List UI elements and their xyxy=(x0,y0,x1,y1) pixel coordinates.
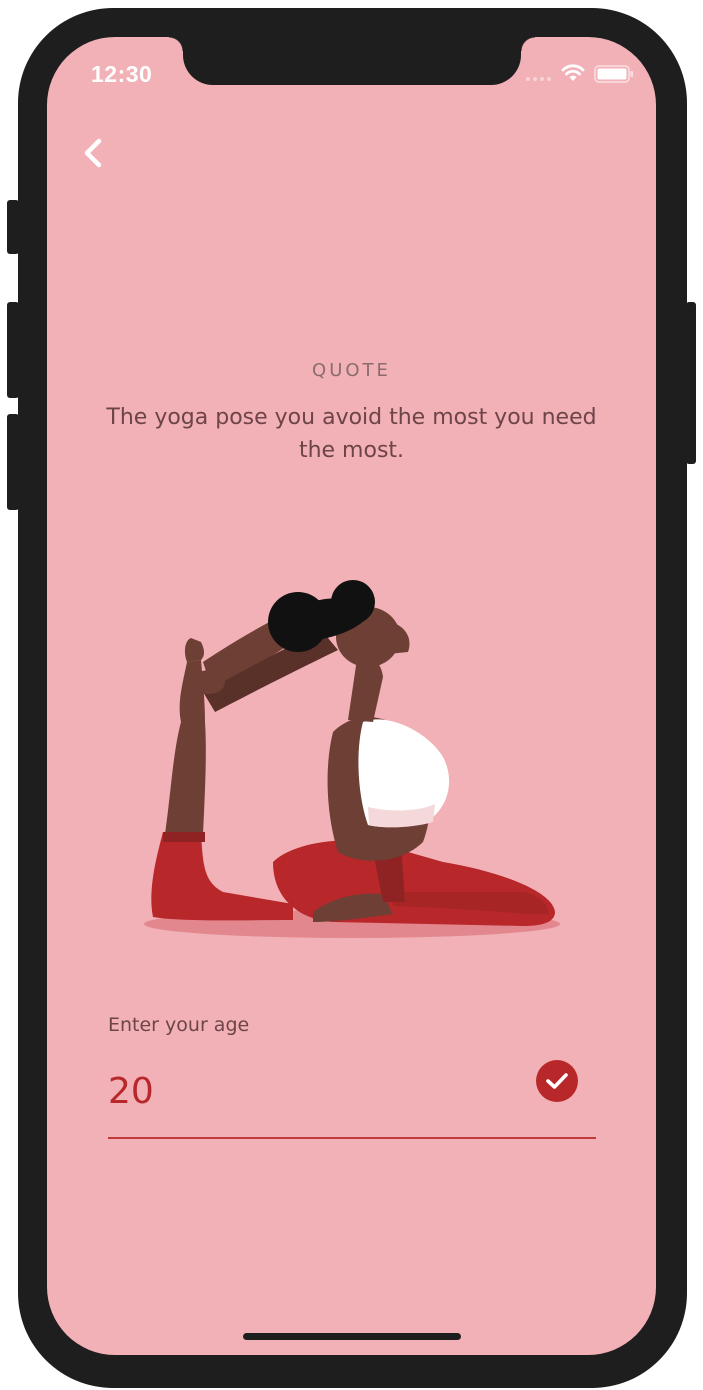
age-input[interactable] xyxy=(108,1065,508,1117)
volume-up-button xyxy=(7,302,19,398)
cellular-signal-icon xyxy=(526,77,551,81)
quote-heading: QUOTE xyxy=(312,360,391,381)
status-time: 12:30 xyxy=(91,61,153,87)
age-input-underline xyxy=(108,1137,596,1139)
home-indicator[interactable] xyxy=(243,1333,461,1340)
chevron-left-icon xyxy=(84,138,102,168)
notch xyxy=(169,37,535,85)
confirm-age-button[interactable] xyxy=(536,1060,578,1102)
silent-switch xyxy=(7,200,19,254)
wifi-icon xyxy=(561,64,585,81)
power-button xyxy=(686,302,696,464)
checkmark-icon xyxy=(546,1073,568,1089)
back-button[interactable] xyxy=(77,133,113,173)
age-label: Enter your age xyxy=(108,1014,250,1036)
app-screen: 12:30 QUOTE The yoga pose you avoid the … xyxy=(47,37,656,1355)
volume-down-button xyxy=(7,414,19,510)
yoga-illustration xyxy=(144,580,560,938)
quote-text: The yoga pose you avoid the most you nee… xyxy=(106,405,597,463)
battery-icon xyxy=(594,65,633,83)
